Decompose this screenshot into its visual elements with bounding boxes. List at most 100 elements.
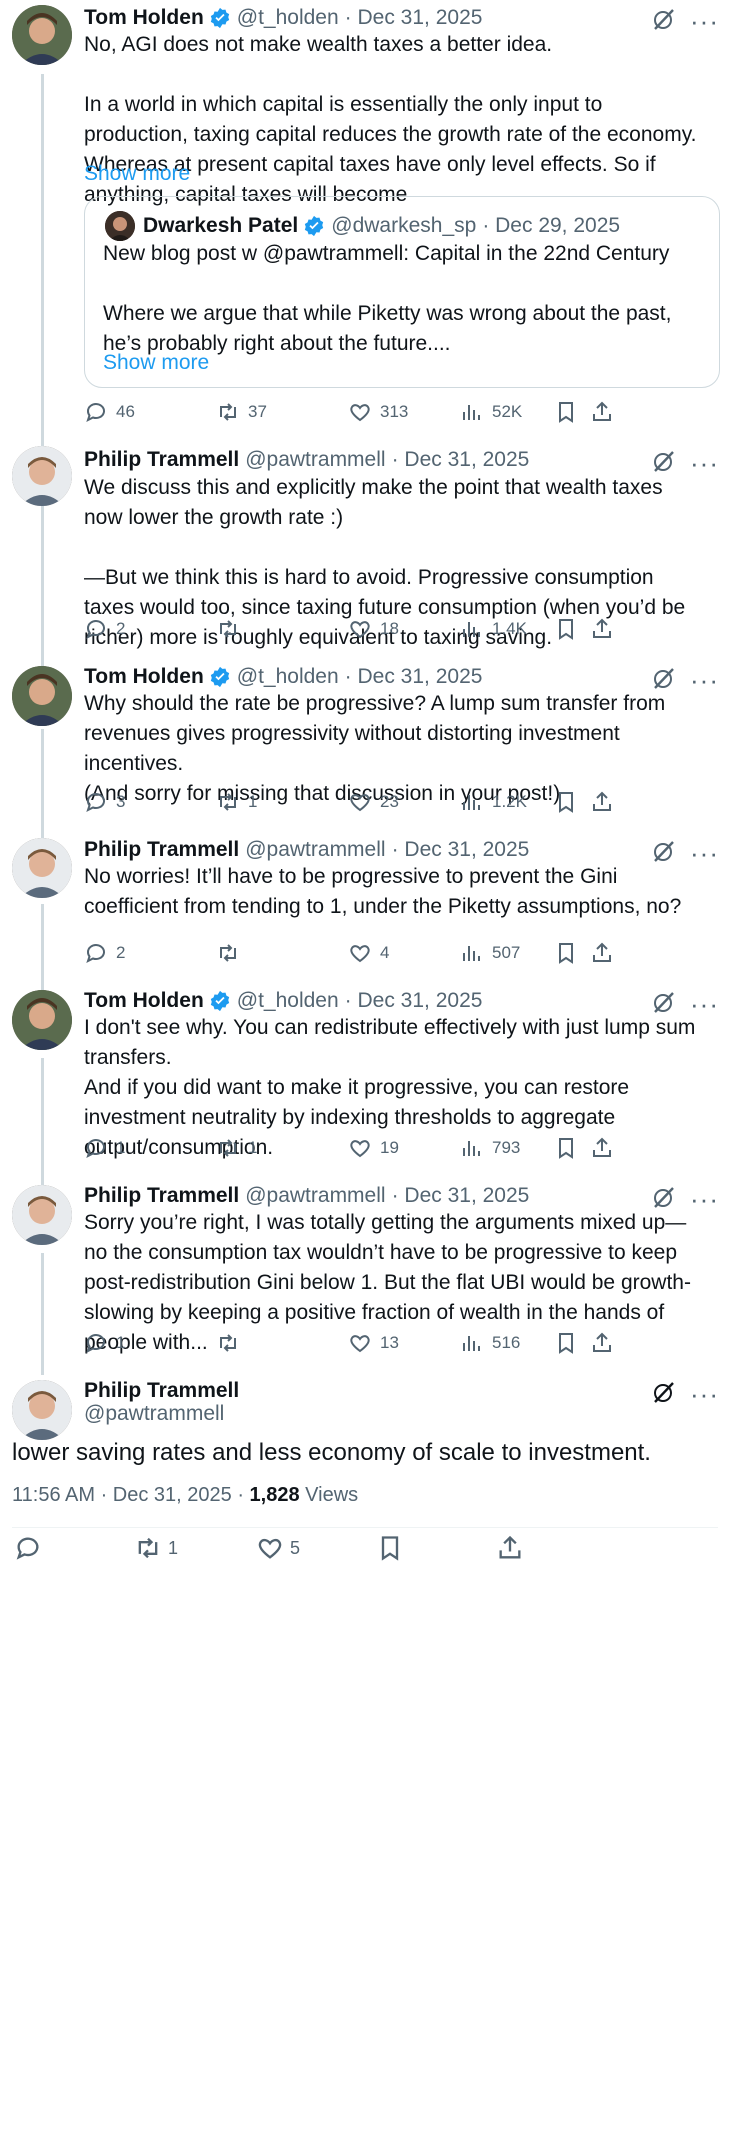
share-button[interactable]	[496, 1528, 530, 1568]
share-button[interactable]	[590, 787, 622, 817]
action-bar: 2 18 1.4K	[84, 614, 720, 644]
like-button[interactable]: 13	[348, 1328, 399, 1358]
repost-button[interactable]: 1	[216, 787, 257, 817]
author-name[interactable]: Philip Trammell	[84, 838, 239, 862]
author-handle[interactable]: @t_holden	[237, 6, 339, 30]
grok-icon[interactable]	[652, 990, 676, 1014]
share-button[interactable]	[590, 1328, 622, 1358]
views-count: 507	[492, 943, 521, 962]
share-button[interactable]	[590, 614, 622, 644]
like-button[interactable]: 5	[256, 1528, 300, 1568]
post-date[interactable]: · Dec 31, 2025	[345, 665, 483, 689]
post-text: No, AGI does not make wealth taxes a bet…	[84, 33, 697, 206]
bookmark-button[interactable]	[554, 397, 586, 427]
bookmark-button[interactable]	[554, 614, 586, 644]
author-handle[interactable]: @t_holden	[237, 665, 339, 689]
repost-button[interactable]	[216, 938, 248, 968]
views-count: 1.2K	[492, 792, 527, 811]
author-handle[interactable]: @t_holden	[237, 989, 339, 1013]
like-icon	[350, 621, 370, 639]
like-button[interactable]: 313	[348, 397, 408, 427]
grok-icon[interactable]	[652, 839, 676, 863]
like-button[interactable]: 4	[348, 938, 389, 968]
like-button[interactable]: 18	[348, 614, 399, 644]
show-more-link[interactable]: Show more	[84, 162, 190, 186]
verified-badge-icon	[209, 7, 231, 29]
bookmark-icon	[559, 792, 573, 813]
reply-button[interactable]	[14, 1528, 48, 1568]
grok-icon[interactable]	[652, 666, 676, 690]
avatar[interactable]	[12, 990, 72, 1050]
reply-button[interactable]: 1	[84, 1328, 125, 1358]
repost-button[interactable]	[216, 1328, 248, 1358]
grok-icon[interactable]	[652, 7, 676, 31]
quote-author-name: Dwarkesh Patel	[143, 214, 299, 237]
grok-icon[interactable]	[652, 1380, 676, 1404]
author-name[interactable]: Tom Holden	[84, 665, 204, 689]
repost-button[interactable]: 1	[134, 1528, 178, 1568]
avatar[interactable]	[12, 1185, 72, 1245]
share-button[interactable]	[590, 397, 622, 427]
post-date[interactable]: · Dec 31, 2025	[392, 448, 530, 472]
main-author-handle[interactable]: @pawtrammell	[84, 1402, 224, 1426]
bookmark-button[interactable]	[376, 1528, 410, 1568]
like-icon	[350, 1335, 370, 1353]
reply-button[interactable]: 2	[84, 614, 125, 644]
author-handle[interactable]: @pawtrammell	[245, 838, 385, 862]
bookmark-icon	[559, 402, 573, 423]
views-button[interactable]: 793	[460, 1133, 520, 1163]
quote-text: New blog post w @pawtrammell: Capital in…	[103, 242, 672, 355]
reply-icon	[86, 403, 105, 422]
reply-button[interactable]: 1	[84, 1133, 125, 1163]
reply-button[interactable]: 3	[84, 787, 125, 817]
repost-button[interactable]	[216, 614, 248, 644]
views-button[interactable]: 1.2K	[460, 787, 527, 817]
post-date[interactable]: · Dec 31, 2025	[345, 6, 483, 30]
like-button[interactable]: 23	[348, 787, 399, 817]
verified-badge-icon	[209, 990, 231, 1012]
avatar[interactable]	[12, 666, 72, 726]
avatar[interactable]	[12, 838, 72, 898]
author-name[interactable]: Philip Trammell	[84, 1184, 239, 1208]
bookmark-button[interactable]	[554, 787, 586, 817]
author-name[interactable]: Tom Holden	[84, 6, 204, 30]
reply-button[interactable]: 46	[84, 397, 135, 427]
quote-avatar	[105, 211, 135, 241]
author-name[interactable]: Tom Holden	[84, 989, 204, 1013]
grok-icon[interactable]	[652, 1185, 676, 1209]
action-bar: 1 1 19 793	[84, 1133, 720, 1163]
avatar[interactable]	[12, 1380, 72, 1440]
author-handle[interactable]: @pawtrammell	[245, 1184, 385, 1208]
views-icon	[463, 1336, 480, 1351]
views-button[interactable]: 507	[460, 938, 520, 968]
author-handle[interactable]: @pawtrammell	[245, 448, 385, 472]
post-date[interactable]: · Dec 31, 2025	[392, 1184, 530, 1208]
post-timestamp[interactable]: 11:56 AM · Dec 31, 2025 ·	[12, 1484, 250, 1506]
avatar[interactable]	[12, 5, 72, 65]
share-button[interactable]	[590, 1133, 622, 1163]
post-date[interactable]: · Dec 31, 2025	[392, 838, 530, 862]
reply-icon	[86, 620, 105, 639]
quoted-post[interactable]: Dwarkesh Patel @dwarkesh_sp · Dec 29, 20…	[84, 196, 720, 388]
thread-line	[41, 1253, 44, 1375]
share-icon	[593, 1332, 611, 1352]
repost-button[interactable]: 37	[216, 397, 267, 427]
reply-button[interactable]: 2	[84, 938, 125, 968]
bookmark-button[interactable]	[554, 1133, 586, 1163]
views-button[interactable]: 52K	[460, 397, 522, 427]
views-button[interactable]: 516	[460, 1328, 520, 1358]
more-icon[interactable]: ···	[690, 1381, 718, 1411]
author-name[interactable]: Philip Trammell	[84, 448, 239, 472]
bookmark-button[interactable]	[554, 1328, 586, 1358]
share-button[interactable]	[590, 938, 622, 968]
bookmark-button[interactable]	[554, 938, 586, 968]
avatar[interactable]	[12, 446, 72, 506]
repost-button[interactable]: 1	[216, 1133, 257, 1163]
views-button[interactable]: 1.4K	[460, 614, 527, 644]
post-date[interactable]: · Dec 31, 2025	[345, 989, 483, 1013]
quote-show-more-link[interactable]: Show more	[103, 351, 209, 375]
grok-icon[interactable]	[652, 449, 676, 473]
like-button[interactable]: 19	[348, 1133, 399, 1163]
post-text: No worries! It’ll have to be progressive…	[84, 865, 682, 918]
views-icon	[463, 795, 480, 810]
